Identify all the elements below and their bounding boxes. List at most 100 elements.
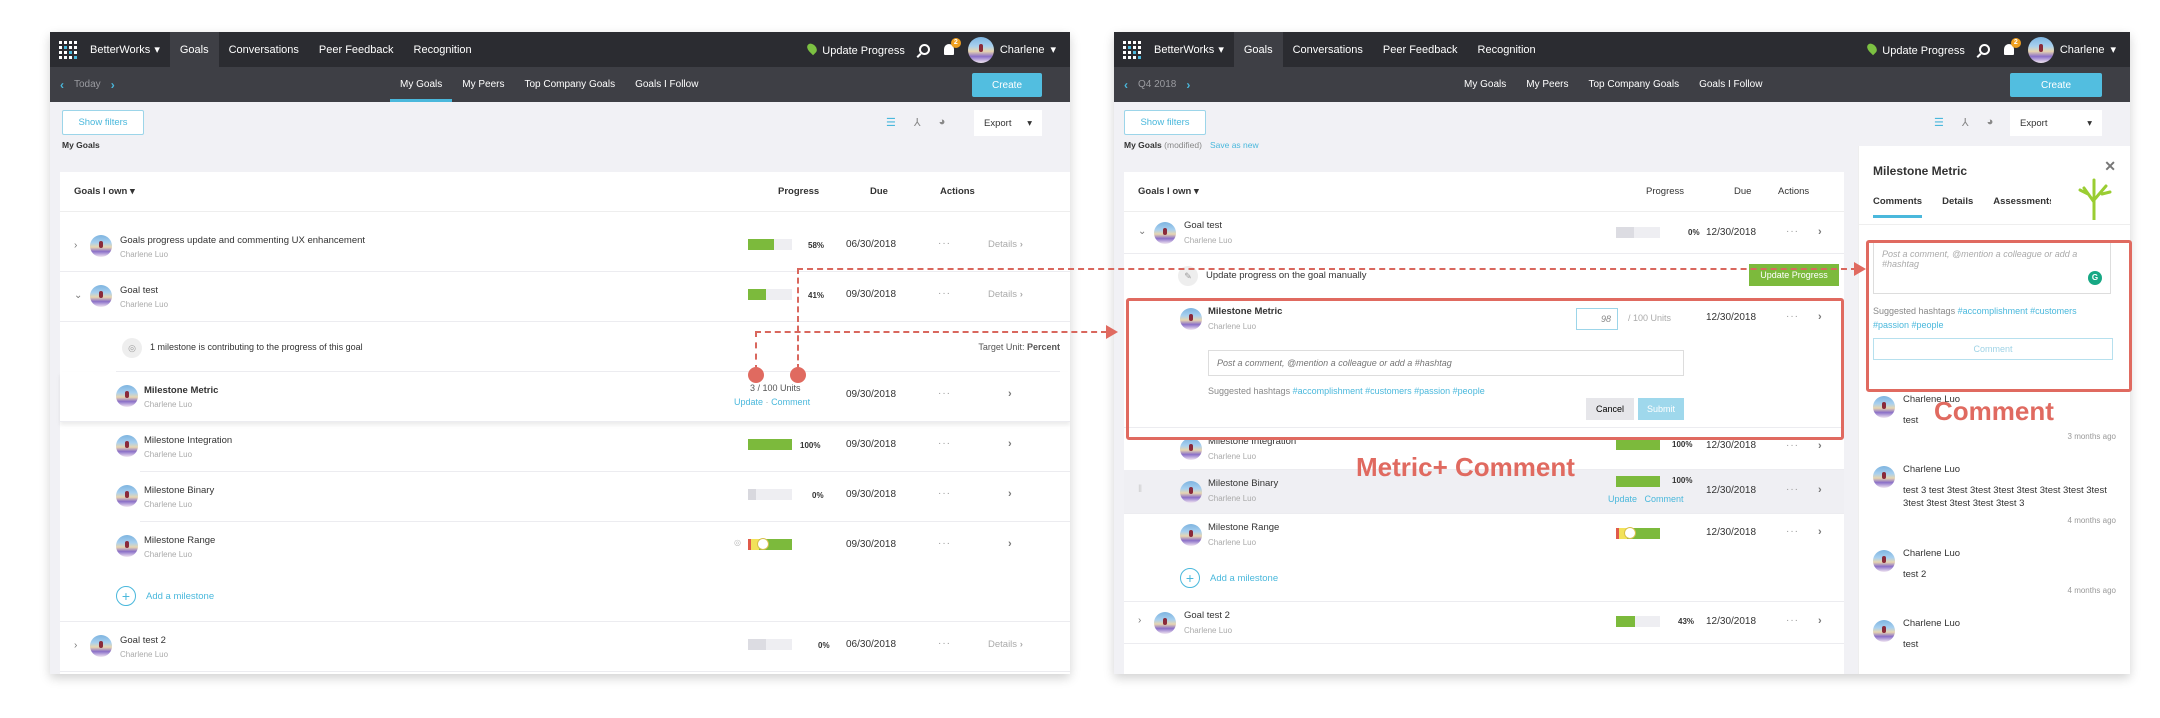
more-actions-button[interactable]: ··· — [1786, 526, 1799, 537]
milestone-title[interactable]: Milestone Range — [144, 535, 215, 546]
tab-my-peers[interactable]: My Peers — [452, 67, 514, 102]
comment-link[interactable]: Comment — [1645, 494, 1684, 504]
tab-goals-i-follow[interactable]: Goals I Follow — [1689, 67, 1772, 102]
list-view-icon[interactable]: ☰ — [1934, 116, 1944, 129]
details-link[interactable]: Details › — [988, 289, 1023, 300]
collapse-chevron-icon[interactable]: ⌄ — [1138, 226, 1146, 237]
goals-filter-dropdown[interactable]: Goals I own ▾ — [1138, 186, 1199, 197]
add-milestone-row[interactable]: + Add a milestone — [1124, 556, 1844, 602]
list-view-icon[interactable]: ☰ — [886, 116, 896, 129]
milestone-title[interactable]: Milestone Binary — [144, 485, 214, 496]
bell-icon[interactable]: 2 — [943, 38, 961, 55]
milestone-row[interactable]: Milestone Range Charlene Luo ◎ 09/30/201… — [116, 522, 1070, 572]
goal-title[interactable]: Goal test 2 — [1184, 610, 1230, 621]
update-progress-link[interactable]: Update Progress — [1865, 41, 1965, 57]
apps-grid-icon[interactable] — [50, 32, 86, 67]
tab-top-company-goals[interactable]: Top Company Goals — [514, 67, 625, 102]
goal-title[interactable]: Goal test 2 — [120, 635, 166, 646]
milestone-title[interactable]: Milestone Range — [1208, 522, 1279, 533]
apps-grid-icon[interactable] — [1114, 32, 1150, 67]
range-knob[interactable] — [757, 538, 769, 550]
search-icon[interactable] — [918, 44, 930, 55]
nav-goals[interactable]: Goals — [1233, 32, 1283, 67]
more-actions-button[interactable]: ··· — [1786, 484, 1799, 495]
drag-handle-icon[interactable]: ‖ — [1138, 484, 1142, 495]
goals-filter-dropdown[interactable]: Goals I own ▾ — [74, 186, 135, 197]
nav-peer-feedback[interactable]: Peer Feedback — [1373, 32, 1468, 67]
details-link[interactable]: Details › — [988, 639, 1023, 650]
pie-view-icon[interactable]: ◕ — [1987, 116, 1994, 129]
goal-row[interactable]: ⌄ Goal test Charlene Luo 41% 09/30/2018 … — [60, 272, 1070, 322]
chevron-right-icon[interactable]: › — [1008, 538, 1012, 550]
export-dropdown[interactable]: Export ▾ — [974, 110, 1042, 136]
goal-title[interactable]: Goal test — [120, 285, 158, 296]
show-filters-button[interactable]: Show filters — [62, 110, 144, 135]
chevron-right-icon[interactable]: › — [1818, 440, 1822, 452]
milestone-title[interactable]: Milestone Metric — [144, 385, 218, 396]
goal-row[interactable]: ⌄ Goal test Charlene Luo 0% 12/30/2018 ·… — [1124, 214, 1844, 254]
chevron-right-icon[interactable]: › — [111, 78, 115, 92]
add-milestone-row[interactable]: + Add a milestone — [60, 572, 1070, 622]
brand-menu[interactable]: BetterWorks ▾ — [1150, 43, 1234, 57]
chevron-right-icon[interactable]: › — [1186, 78, 1190, 92]
tab-goals-i-follow[interactable]: Goals I Follow — [625, 67, 708, 102]
nav-peer-feedback[interactable]: Peer Feedback — [309, 32, 404, 67]
tab-my-goals[interactable]: My Goals — [1454, 67, 1516, 102]
user-menu[interactable]: Charlene ▾ — [2027, 36, 2116, 63]
tab-comments[interactable]: Comments — [1873, 196, 1923, 218]
chevron-right-icon[interactable]: › — [1818, 526, 1822, 538]
milestone-row[interactable]: Milestone Binary Charlene Luo 0% 09/30/2… — [116, 472, 1070, 522]
collapse-chevron-icon[interactable]: ⌄ — [74, 290, 82, 301]
chevron-right-icon[interactable]: › — [1818, 484, 1822, 496]
chevron-right-icon[interactable]: › — [1008, 438, 1012, 450]
brand-menu[interactable]: BetterWorks ▾ — [86, 43, 170, 57]
tree-view-icon[interactable]: ⅄ — [1962, 116, 1969, 129]
tab-top-company-goals[interactable]: Top Company Goals — [1578, 67, 1689, 102]
tab-my-peers[interactable]: My Peers — [1516, 67, 1578, 102]
chevron-right-icon[interactable]: › — [1818, 226, 1822, 238]
update-progress-link[interactable]: Update Progress — [805, 41, 905, 57]
goal-row[interactable]: › Goal test 2 Charlene Luo 43% 12/30/201… — [1124, 602, 1844, 644]
goal-title[interactable]: Goals progress update and commenting UX … — [120, 235, 365, 246]
tab-assessments[interactable]: Assessments — [1993, 196, 2051, 218]
milestone-title[interactable]: Milestone Integration — [144, 435, 232, 446]
range-knob[interactable] — [1624, 527, 1636, 539]
goal-title[interactable]: Goal test — [1184, 220, 1222, 231]
more-actions-button[interactable]: ··· — [938, 638, 951, 649]
comment-link[interactable]: Comment — [771, 397, 810, 407]
tab-my-goals[interactable]: My Goals — [390, 67, 453, 102]
more-actions-button[interactable]: ··· — [1786, 226, 1799, 237]
goal-row[interactable]: › Goals progress update and commenting U… — [60, 222, 1070, 272]
chevron-left-icon[interactable]: ‹ — [1124, 78, 1128, 92]
more-actions-button[interactable]: ··· — [938, 388, 951, 399]
bell-icon[interactable]: 2 — [2003, 38, 2021, 55]
nav-conversations[interactable]: Conversations — [219, 32, 309, 67]
nav-recognition[interactable]: Recognition — [1468, 32, 1546, 67]
more-actions-button[interactable]: ··· — [938, 438, 951, 449]
add-milestone-link[interactable]: Add a milestone — [1210, 573, 1278, 584]
create-button[interactable]: Create — [2010, 73, 2102, 97]
update-link[interactable]: Update — [1608, 494, 1637, 504]
more-actions-button[interactable]: ··· — [938, 238, 951, 249]
milestone-row[interactable]: Milestone Integration Charlene Luo 100% … — [116, 422, 1070, 472]
show-filters-button[interactable]: Show filters — [1124, 110, 1206, 135]
details-link[interactable]: Details › — [988, 239, 1023, 250]
chevron-left-icon[interactable]: ‹ — [60, 78, 64, 92]
expand-chevron-icon[interactable]: › — [74, 640, 77, 651]
export-dropdown[interactable]: Export ▾ — [2010, 110, 2102, 136]
plus-icon[interactable]: + — [1180, 568, 1200, 588]
add-milestone-link[interactable]: Add a milestone — [146, 591, 214, 602]
close-icon[interactable]: ✕ — [2104, 158, 2116, 175]
tree-view-icon[interactable]: ⅄ — [914, 116, 921, 129]
user-menu[interactable]: Charlene ▾ — [967, 36, 1056, 63]
save-as-new-link[interactable]: Save as new — [1210, 140, 1259, 150]
nav-goals[interactable]: Goals — [169, 32, 219, 67]
update-link[interactable]: Update — [734, 397, 763, 407]
milestone-row[interactable]: Milestone Range Charlene Luo 12/30/2018 … — [1124, 514, 1844, 556]
expand-chevron-icon[interactable]: › — [74, 240, 77, 251]
chevron-right-icon[interactable]: › — [1008, 388, 1012, 400]
create-button[interactable]: Create — [972, 73, 1042, 97]
more-actions-button[interactable]: ··· — [1786, 440, 1799, 451]
goal-row[interactable]: › Goal test 2 Charlene Luo 0% 06/30/2018… — [60, 622, 1070, 672]
more-actions-button[interactable]: ··· — [938, 488, 951, 499]
